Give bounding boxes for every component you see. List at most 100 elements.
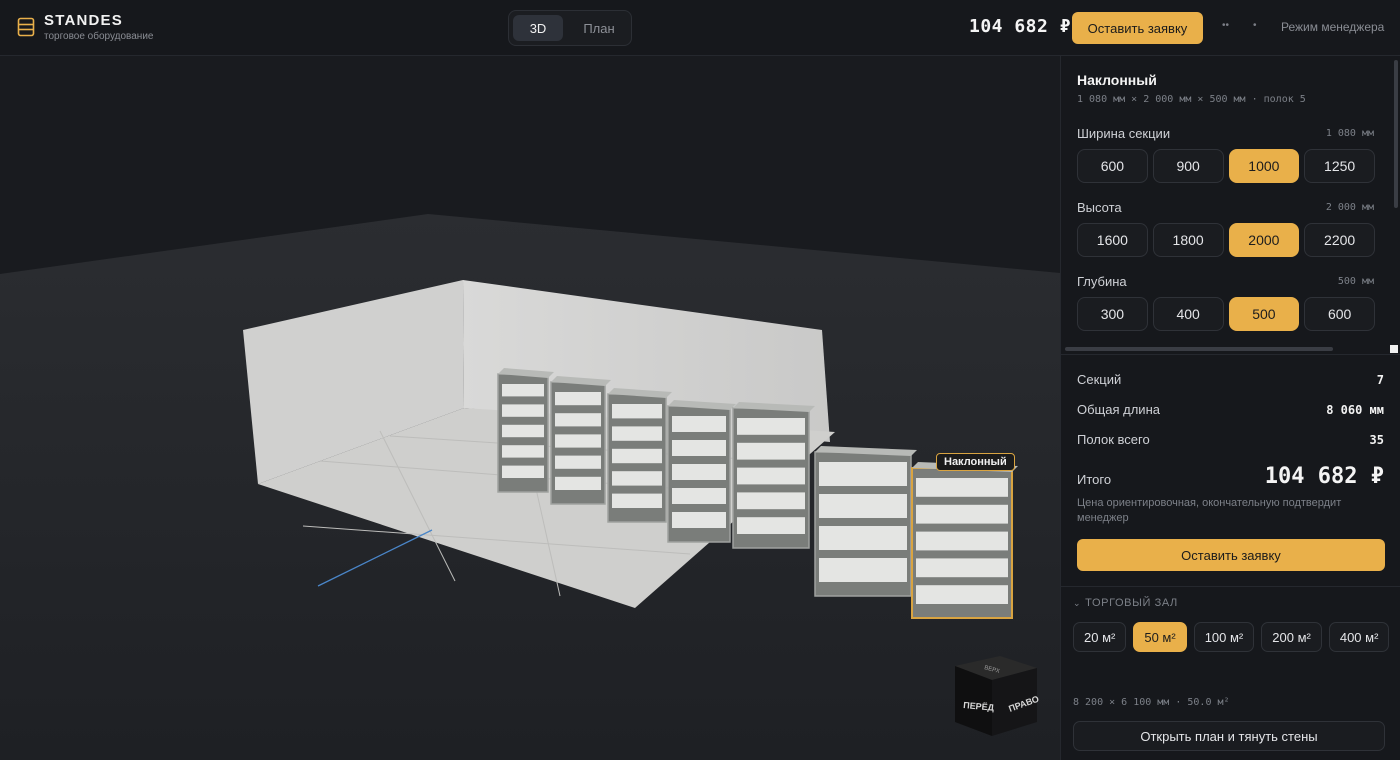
- shelf: [612, 448, 662, 464]
- hall-dimensions: 8 200 × 6 100 мм · 50.0 м²: [1073, 697, 1230, 708]
- total-length-label: Общая длина: [1077, 402, 1160, 417]
- shelf: [612, 404, 662, 419]
- shelf: [502, 465, 544, 478]
- shelf: [612, 493, 662, 508]
- shelf: [502, 445, 544, 458]
- options-horizontal-scrollbar[interactable]: [1065, 347, 1333, 351]
- height-value: 2 000 мм: [1325, 202, 1374, 213]
- shelf: [819, 526, 907, 550]
- open-plan-button[interactable]: Открыть план и тянуть стены: [1073, 721, 1385, 751]
- depth-label: Глубина: [1077, 274, 1127, 289]
- price-disclaimer: Цена ориентировочная, окончательную подт…: [1077, 497, 1342, 524]
- configurator-panel: Наклонный 1 080 мм × 2 000 мм × 500 мм ·…: [1060, 56, 1400, 760]
- top-bar: STANDES торговое оборудование 3D План 10…: [0, 0, 1400, 56]
- shelf: [916, 504, 1008, 524]
- shelf: [555, 455, 601, 469]
- width-option-900[interactable]: 900: [1152, 149, 1224, 183]
- shelf: [672, 512, 726, 528]
- shelving-unit[interactable]: [607, 388, 672, 523]
- sales-hall-toggle[interactable]: ⌄ ТОРГОВЫЙ ЗАЛ: [1073, 597, 1178, 609]
- area-option-50[interactable]: 50 м²: [1133, 622, 1187, 652]
- shelf: [612, 426, 662, 441]
- height-option-2200[interactable]: 2200: [1304, 223, 1375, 257]
- shelf: [916, 585, 1008, 604]
- shelf: [672, 440, 726, 456]
- manager-mode-toggle[interactable]: Режим менеджера: [1281, 20, 1384, 34]
- shelf: [555, 476, 601, 490]
- depth-option-600[interactable]: 600: [1304, 297, 1375, 331]
- shelf: [612, 471, 662, 486]
- sections-label: Секций: [1077, 372, 1122, 387]
- shelf: [672, 464, 726, 480]
- view-toggle: 3D План: [508, 10, 632, 46]
- selected-unit-label: Наклонный: [936, 453, 1015, 471]
- shelf: [672, 416, 726, 432]
- view-3d-button[interactable]: 3D: [513, 15, 563, 41]
- view-plan-button[interactable]: План: [571, 15, 627, 41]
- area-option-100[interactable]: 100 м²: [1193, 622, 1255, 652]
- product-title: Наклонный: [1077, 72, 1157, 88]
- shelf: [916, 531, 1008, 551]
- shelf: [916, 478, 1008, 497]
- total-price: 104 682 ₽: [1264, 464, 1384, 489]
- 3d-viewport[interactable]: ПЕРЁД ПРАВО ВЕРХ Наклонный: [0, 56, 1060, 760]
- panel-order-button[interactable]: Оставить заявку: [1077, 539, 1385, 571]
- height-option-1800[interactable]: 1800: [1152, 223, 1224, 257]
- header-total-price: 104 682 ₽: [969, 16, 1072, 37]
- shelf: [737, 467, 805, 485]
- brand-tagline: торговое оборудование: [44, 31, 154, 42]
- shelf: [819, 558, 907, 582]
- panel-divider: [1061, 354, 1400, 355]
- shelving-unit[interactable]: [732, 402, 815, 549]
- navigation-cube[interactable]: ПЕРЁД ПРАВО ВЕРХ: [955, 656, 1040, 736]
- depth-option-300[interactable]: 300: [1077, 297, 1148, 331]
- height-option-1600[interactable]: 1600: [1077, 223, 1148, 257]
- panel-divider: [1061, 586, 1400, 587]
- width-option-600[interactable]: 600: [1077, 149, 1148, 183]
- width-option-1000[interactable]: 1000: [1228, 149, 1300, 183]
- shelving-unit[interactable]: [497, 368, 554, 493]
- chevron-down-icon: ⌄: [1073, 598, 1082, 608]
- total-length-value: 8 060 мм: [1326, 403, 1384, 417]
- product-dimensions: 1 080 мм × 2 000 мм × 500 мм · полок 5: [1077, 94, 1306, 105]
- width-value: 1 080 мм: [1325, 128, 1374, 139]
- area-option-200[interactable]: 200 м²: [1261, 622, 1322, 652]
- shelf: [819, 462, 907, 486]
- width-options: 600 900 1000 1250: [1077, 149, 1375, 185]
- depth-option-500[interactable]: 500: [1228, 297, 1300, 331]
- shelving-unit[interactable]: [550, 376, 611, 505]
- header-order-button[interactable]: Оставить заявку: [1072, 12, 1203, 44]
- shelves-total-value: 35: [1369, 433, 1384, 447]
- shelving-unit[interactable]: [667, 400, 736, 543]
- shelf: [555, 413, 601, 427]
- shelf: [502, 424, 544, 438]
- depth-options: 300 400 500 600: [1077, 297, 1375, 333]
- shelf: [672, 488, 726, 504]
- width-option-1250[interactable]: 1250: [1304, 149, 1375, 183]
- shelving-unit[interactable]: [911, 462, 1018, 619]
- shelf: [737, 492, 805, 510]
- shelves-total-label: Полок всего: [1077, 432, 1150, 447]
- hall-area-options: 20 м² 50 м² 100 м² 200 м² 400 м²: [1073, 622, 1393, 652]
- shelf: [555, 392, 601, 406]
- sales-hall-heading: ТОРГОВЫЙ ЗАЛ: [1085, 597, 1178, 609]
- 3d-scene[interactable]: ПЕРЁД ПРАВО ВЕРХ: [0, 56, 1060, 760]
- shelf: [502, 404, 544, 417]
- area-option-20[interactable]: 20 м²: [1073, 622, 1127, 652]
- area-option-400[interactable]: 400 м²: [1328, 622, 1390, 652]
- shelving-unit[interactable]: [814, 446, 917, 597]
- shelf: [737, 418, 805, 435]
- height-label: Высота: [1077, 200, 1122, 215]
- shelf: [916, 558, 1008, 578]
- shelf: [819, 494, 907, 518]
- depth-value: 500 мм: [1337, 276, 1374, 287]
- height-option-2000[interactable]: 2000: [1228, 223, 1300, 257]
- view-option-dots[interactable]: ••: [1222, 20, 1229, 31]
- shelf: [737, 442, 805, 460]
- shelf: [555, 434, 601, 448]
- view-option-dot[interactable]: •: [1253, 20, 1257, 31]
- options-vertical-scrollbar[interactable]: [1394, 60, 1398, 208]
- depth-option-400[interactable]: 400: [1152, 297, 1224, 331]
- shelf: [737, 517, 805, 534]
- height-options: 1600 1800 2000 2200: [1077, 223, 1375, 259]
